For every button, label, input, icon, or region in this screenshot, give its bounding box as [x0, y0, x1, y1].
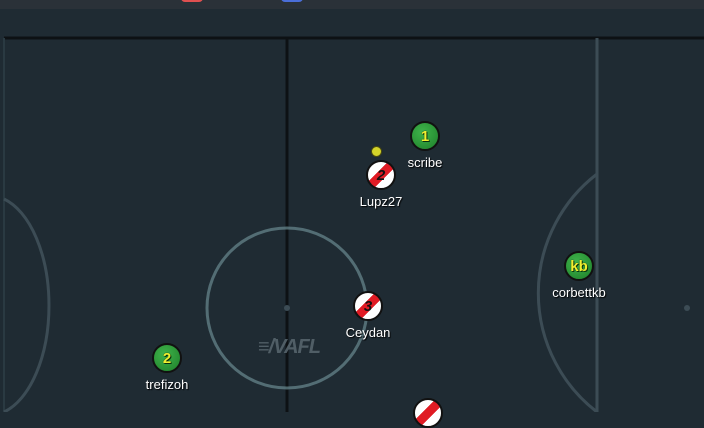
player-avatar: 1	[420, 127, 430, 145]
player-avatar: 2	[162, 349, 172, 367]
stadium-logo-icon: ≡/VAFL	[258, 336, 321, 358]
player-name: Lupz27	[359, 194, 403, 209]
top-bar	[0, 0, 704, 9]
player-corbettkb[interactable]: kb	[564, 251, 594, 281]
player-avatar	[415, 400, 441, 426]
player-name: scribe	[407, 155, 443, 170]
center-spot	[284, 305, 290, 311]
ball-icon	[371, 146, 382, 157]
blue-team-tab[interactable]	[281, 0, 303, 2]
player-avatar: 2	[376, 166, 386, 184]
player-scribe[interactable]: 1	[410, 121, 440, 151]
player-trefizoh[interactable]: 2	[152, 343, 182, 373]
player-name: corbettkb	[552, 285, 606, 300]
player-name: trefizoh	[145, 377, 189, 392]
player-avatar: kb	[570, 257, 588, 275]
game-field[interactable]: ≡/VAFL 1 scribe 2 Lupz27 kb corbettkb 3 …	[0, 9, 704, 428]
player-name: Ceydan	[345, 325, 391, 340]
player-ceydan[interactable]: 3	[353, 291, 383, 321]
player-avatar: 3	[363, 297, 373, 315]
left-arc	[3, 197, 51, 412]
player-lupz27[interactable]: 2	[366, 160, 396, 190]
player-offscreen-red[interactable]	[413, 398, 443, 428]
field-lines	[3, 36, 704, 412]
red-team-tab[interactable]	[181, 0, 203, 2]
right-spot	[684, 305, 690, 311]
